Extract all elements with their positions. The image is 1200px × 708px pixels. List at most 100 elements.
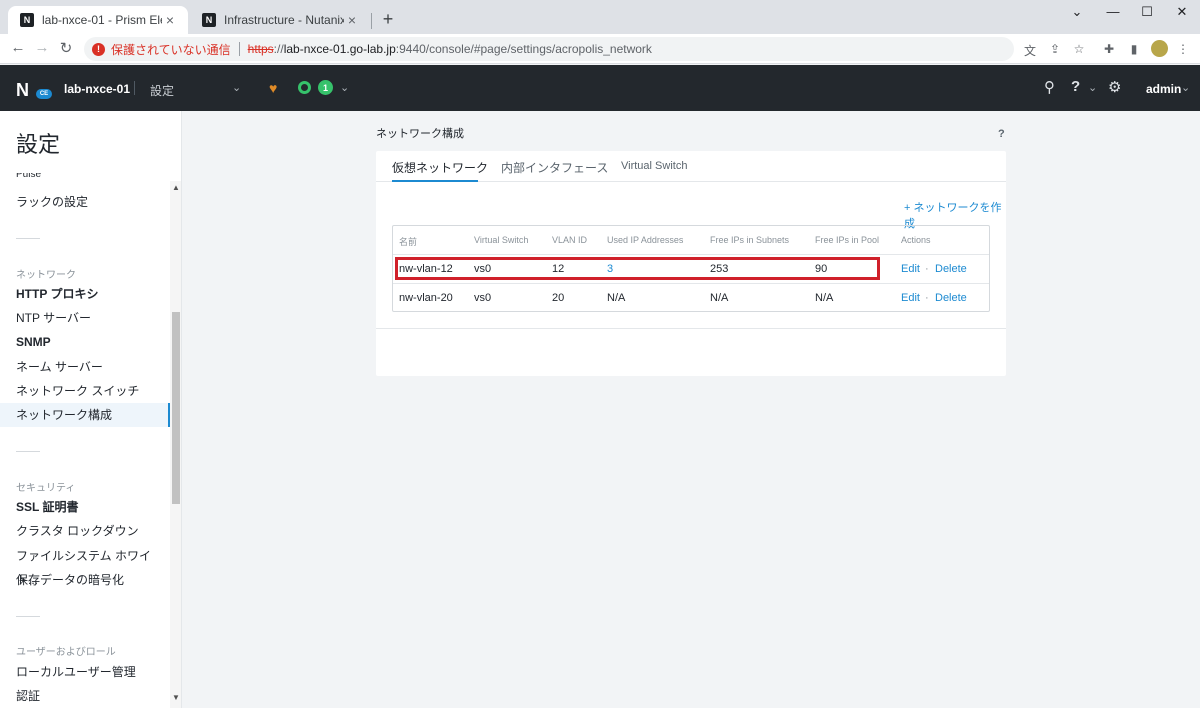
network-tabs: 仮想ネットワーク 内部インタフェース Virtual Switch [376,151,1006,182]
sidebar-divider [16,238,40,239]
sidebar-title: 設定 [16,132,61,157]
row-highlight-annotation [395,257,880,280]
sidebar-divider [16,451,40,452]
panel-divider [376,328,1006,329]
prism-header: N CE lab-nxce-01 設定 ⌄ ♥ 1 ⌄ ⚲ ? ⌄ ⚙ admi… [0,65,1200,111]
address-bar[interactable]: ! 保護されていない通信 https :// lab-nxce-01.go-la… [84,37,1014,61]
close-icon[interactable]: × [344,12,360,28]
delete-link[interactable]: Delete [935,263,967,275]
close-icon[interactable]: × [162,12,178,28]
gear-icon[interactable]: ⚙ [1108,78,1121,96]
delete-link[interactable]: Delete [935,292,967,304]
logo-letter: N [16,80,29,100]
tab-search-chevron-icon[interactable]: ⌄ [1067,4,1087,20]
user-menu[interactable]: admin [1146,82,1181,96]
omnibox-divider [238,42,240,56]
forward-arrow-icon[interactable]: → [33,39,51,56]
chevron-down-icon[interactable]: ⌄ [232,81,241,94]
network-table: 名前 Virtual Switch VLAN ID Used IP Addres… [392,225,990,312]
active-tab-indicator [392,180,478,182]
bookmark-star-icon[interactable]: ☆ [1071,42,1087,56]
tab-virtual-switch[interactable]: Virtual Switch [621,160,687,172]
browser-menu-icon[interactable]: ⋮ [1175,42,1191,56]
new-tab-plus-icon[interactable]: + [378,9,398,30]
tab-title: Infrastructure - Nutanix [224,13,344,27]
tab-virtual-network[interactable]: 仮想ネットワーク [392,159,488,176]
profile-avatar[interactable] [1151,40,1168,57]
column-header-used-ips: Used IP Addresses [607,235,684,245]
tab-title: lab-nxce-01 - Prism Element [42,13,162,27]
sidebar-item-auth[interactable]: 認証 [0,684,170,708]
table-row[interactable]: nw-vlan-20 vs0 20 N/A N/A N/A Edit · Del… [393,283,989,312]
chevron-down-icon[interactable]: ⌄ [1181,81,1190,94]
settings-sidebar: 設定 Pulse ラックの設定 ネットワーク HTTP プロキシ NTP サーバ… [0,111,182,708]
alert-count-badge[interactable]: 1 [318,80,333,95]
sidebar-item-snmp[interactable]: SNMP [0,330,170,354]
sidebar-item-ssl[interactable]: SSL 証明書 [0,495,170,519]
url-path: :9440/console/#page/settings/acropolis_n… [395,42,652,56]
ce-badge: CE [36,89,52,99]
url-host: lab-nxce-01.go-lab.jp [283,42,396,56]
sidebar-item-pulse-clipped[interactable]: Pulse [16,173,41,179]
nutanix-favicon-icon: N [202,13,216,27]
maximize-icon[interactable]: ☐ [1137,4,1157,20]
sidebar-item-local-users[interactable]: ローカルユーザー管理 [0,660,170,684]
cell-vlan: 20 [552,292,565,304]
column-header-name: 名前 [399,237,418,247]
not-secure-warning-icon: ! [92,42,105,56]
sidebar-item-name-server[interactable]: ネーム サーバー [0,355,170,379]
cluster-name[interactable]: lab-nxce-01 [64,82,130,96]
column-header-free-pool: Free IPs in Pool [815,235,880,245]
page-title: ネットワーク構成 [376,128,464,140]
sidebar-scrollbar-thumb[interactable] [172,312,180,504]
browser-toolbar: ← → ↻ ! 保護されていない通信 https :// lab-nxce-01… [0,34,1200,64]
edit-link[interactable]: Edit [901,263,920,275]
sidebar-divider [16,616,40,617]
sidebar-item-cluster-lockdown[interactable]: クラスタ ロックダウン [0,519,170,543]
sidebar-item-rack[interactable]: ラックの設定 [0,190,170,214]
minimize-icon[interactable]: — [1103,4,1123,19]
sidebar-section-network: ネットワーク [16,270,76,281]
url-scheme: https [247,42,274,56]
help-icon[interactable]: ? [998,128,1005,140]
scroll-down-arrow-icon[interactable]: ▼ [172,693,180,702]
sidebar-item-network-switch[interactable]: ネットワーク スイッチ [0,379,170,403]
nutanix-favicon-icon: N [20,13,34,27]
browser-tabstrip: N lab-nxce-01 - Prism Element × N Infras… [0,0,1200,34]
search-icon[interactable]: ⚲ [1044,78,1055,96]
action-separator: · [925,263,929,275]
header-divider [134,81,135,95]
share-icon[interactable]: ⇪ [1047,42,1063,56]
back-arrow-icon[interactable]: ← [9,39,27,56]
network-config-panel: 仮想ネットワーク 内部インタフェース Virtual Switch + ネットワ… [376,151,1006,376]
window-close-icon[interactable]: ✕ [1172,4,1192,20]
side-panel-icon[interactable]: ▮ [1126,42,1142,56]
sidebar-section-users: ユーザーおよびロール [16,647,116,658]
cell-name: nw-vlan-20 [399,292,453,304]
chevron-down-icon[interactable]: ⌄ [340,81,349,94]
sidebar-item-fs-whitelist[interactable]: ファイルシステム ホワイト... [0,544,170,587]
cell-free-pool: N/A [815,292,834,304]
browser-tab-prism-element[interactable]: N lab-nxce-01 - Prism Element × [8,6,188,34]
cell-free-subnet: N/A [710,292,729,304]
chevron-down-icon[interactable]: ⌄ [1088,81,1097,94]
action-separator: · [925,292,929,304]
edit-link[interactable]: Edit [901,292,920,304]
browser-tab-infrastructure[interactable]: N Infrastructure - Nutanix × [190,6,370,34]
reload-icon[interactable]: ↻ [57,39,75,57]
alert-status-icon[interactable] [298,81,311,94]
tab-internal-interfaces[interactable]: 内部インタフェース [501,159,608,176]
sidebar-item-encryption[interactable]: 保存データの暗号化 [0,568,170,592]
sidebar-item-ntp[interactable]: NTP サーバー [0,306,170,330]
help-icon[interactable]: ? [1071,78,1080,95]
sidebar-item-network-config[interactable]: ネットワーク構成 [0,403,170,427]
scroll-up-arrow-icon[interactable]: ▲ [172,183,180,192]
sidebar-item-http-proxy[interactable]: HTTP プロキシ [0,282,170,306]
extensions-puzzle-icon[interactable]: ✚ [1101,42,1117,56]
translate-icon[interactable]: 文 [1022,42,1038,59]
security-warning-text: 保護されていない通信 [111,42,231,57]
nutanix-logo-icon[interactable]: N CE [16,80,52,101]
health-heart-icon[interactable]: ♥ [269,80,277,96]
page-selector[interactable]: 設定 [150,82,174,99]
url-separator: :// [273,42,284,56]
